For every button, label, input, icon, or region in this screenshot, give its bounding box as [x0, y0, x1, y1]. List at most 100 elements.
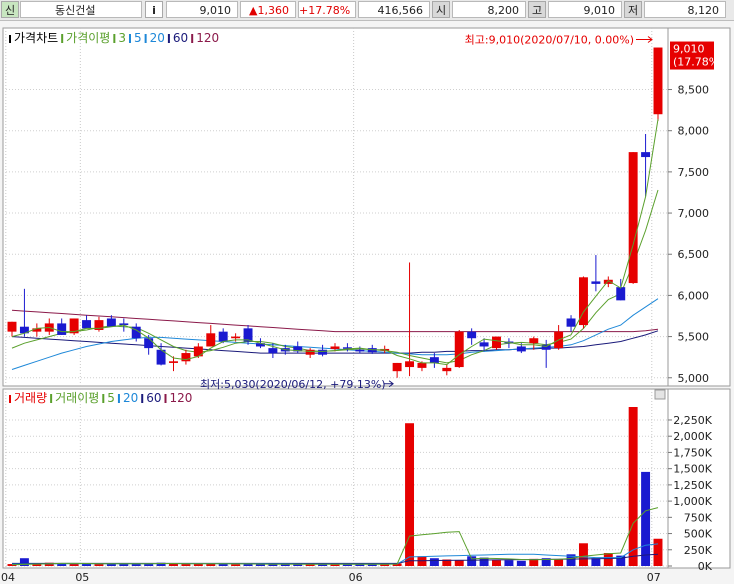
- volume-bar: [578, 543, 588, 566]
- candle-body: [330, 346, 340, 349]
- price-legend-item: 가격차트: [14, 31, 58, 45]
- open-label: 시: [432, 1, 450, 18]
- volume-legend-item: 120: [170, 391, 193, 405]
- candle-body: [492, 336, 501, 349]
- x-tick-label: 05: [75, 571, 89, 584]
- price-change-pct: +17.78%: [298, 1, 356, 18]
- price-legend-item: 20: [150, 31, 165, 45]
- high-annotation: 최고:9,010(2020/07/10, 0.00%): [465, 34, 634, 47]
- volume-tick-label: 250K: [684, 544, 713, 557]
- candle-body: [454, 331, 464, 368]
- volume-bar: [653, 538, 663, 566]
- candle-body: [616, 287, 626, 301]
- volume-legend-marker: [164, 394, 167, 403]
- volume-legend-item: 거래량: [14, 391, 47, 405]
- current-price: 9,010: [166, 1, 238, 18]
- scroll-button: [654, 389, 666, 400]
- open-price: 8,200: [452, 1, 526, 18]
- volume-bar: [94, 564, 104, 566]
- volume-bar: [504, 560, 514, 566]
- candle-body: [7, 321, 17, 332]
- candle-body: [106, 318, 116, 327]
- volume-tick-label: 0K: [698, 560, 713, 573]
- trade-volume: 416,566: [358, 1, 430, 18]
- x-tick-label: 04: [1, 571, 15, 584]
- candle-body: [218, 331, 228, 342]
- volume-bar: [603, 553, 613, 566]
- candle-body: [653, 47, 663, 115]
- volume-tick-label: 1,500K: [673, 463, 712, 476]
- candle-body: [529, 338, 539, 344]
- price-legend-item: 5: [134, 31, 142, 45]
- volume-legend-item: 5: [107, 391, 115, 405]
- candle-body: [479, 342, 489, 347]
- volume-bar: [218, 564, 228, 566]
- volume-bar: [454, 560, 464, 566]
- x-tick-label: 06: [349, 571, 363, 584]
- price-tick-label: 5,500: [678, 331, 710, 344]
- volume-tick-label: 2,000K: [673, 430, 712, 443]
- volume-legend-item: 20: [123, 391, 138, 405]
- volume-bar: [231, 564, 241, 566]
- price-panel: [2, 27, 731, 387]
- last-price-label: 9,010: [673, 43, 705, 56]
- price-legend-marker: [9, 35, 11, 43]
- candle-body: [467, 331, 477, 339]
- price-legend-marker: [191, 34, 194, 43]
- price-legend-marker: [61, 34, 64, 43]
- price-legend-item: 60: [173, 31, 188, 45]
- candle-body: [429, 357, 439, 363]
- volume-panel: [2, 388, 731, 569]
- volume-legend-marker: [117, 394, 120, 403]
- price-change: ▲1,360: [240, 1, 296, 18]
- volume-bar: [181, 564, 191, 566]
- price-legend-marker: [113, 34, 116, 43]
- volume-bar: [554, 559, 564, 566]
- volume-tick-label: 1,250K: [673, 479, 712, 492]
- price-tick-label: 5,000: [678, 372, 710, 385]
- candle-body: [231, 336, 241, 339]
- last-pct-label: (17.78%): [673, 56, 724, 69]
- low-label: 저: [624, 1, 642, 18]
- candle-body: [516, 346, 526, 352]
- price-legend-item: 가격이평: [66, 31, 110, 45]
- volume-bar: [429, 558, 439, 566]
- candle-body: [268, 348, 278, 354]
- price-legend-marker: [128, 34, 131, 43]
- price-tick-label: 6,500: [678, 248, 710, 261]
- candle-body: [417, 362, 427, 368]
- volume-bar: [591, 558, 601, 566]
- volume-legend-marker: [9, 395, 11, 403]
- price-tick-label: 8,500: [678, 84, 710, 97]
- volume-legend-marker: [50, 394, 53, 403]
- high-label: 고: [528, 1, 546, 18]
- volume-tick-label: 500K: [684, 528, 713, 541]
- low-price: 8,120: [644, 1, 726, 18]
- candle-body: [566, 318, 576, 327]
- volume-legend-marker: [141, 394, 144, 403]
- stock-chart[interactable]: 04 05 06 07 5,000 5,500 6,000 6,500 7,000 7,500 8,…: [0, 20, 734, 584]
- candle-body: [541, 344, 551, 350]
- volume-tick-label: 1,000K: [673, 495, 712, 508]
- volume-legend-item: 60: [146, 391, 161, 405]
- volume-tick-label: 1,750K: [673, 446, 712, 459]
- high-price: 9,010: [548, 1, 622, 18]
- stock-badge: 신: [1, 1, 19, 18]
- candle-body: [641, 152, 651, 158]
- volume-bar: [516, 560, 526, 566]
- volume-bar: [405, 423, 415, 566]
- price-tick-label: 7,000: [678, 207, 710, 220]
- info-button[interactable]: i: [145, 1, 163, 18]
- stock-name-field[interactable]: 동신건설: [20, 1, 142, 18]
- candle-body: [305, 349, 315, 355]
- candle-body: [144, 338, 154, 349]
- candle-body: [392, 362, 402, 372]
- volume-bar: [628, 407, 638, 566]
- candle-body: [82, 320, 92, 329]
- candle-body: [169, 361, 178, 363]
- candle-body: [405, 361, 415, 368]
- price-tick-label: 8,000: [678, 125, 710, 138]
- price-tick-label: 6,000: [678, 289, 710, 302]
- candle-body: [355, 349, 365, 352]
- volume-bar: [119, 564, 129, 566]
